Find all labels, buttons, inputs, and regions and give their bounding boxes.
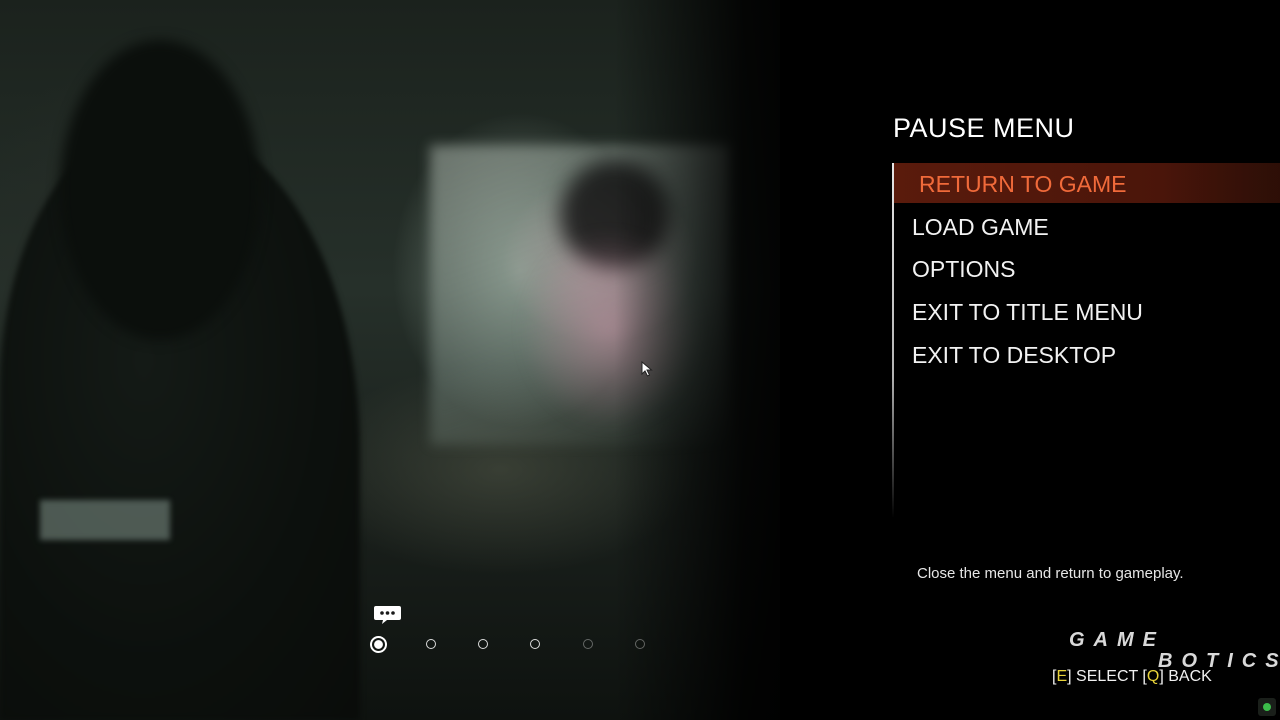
pause-menu-list: RETURN TO GAME LOAD GAME OPTIONS EXIT TO… [894, 163, 1280, 376]
menu-item-options[interactable]: OPTIONS [894, 248, 1280, 291]
menu-item-load-game[interactable]: LOAD GAME [894, 206, 1280, 249]
page-dot-2[interactable] [426, 639, 436, 649]
control-hints: [E] SELECT [Q] BACK [1052, 668, 1212, 686]
pause-menu-title: PAUSE MENU [893, 113, 1075, 143]
menu-item-description: Close the menu and return to gameplay. [917, 565, 1184, 582]
menu-item-exit-to-desktop[interactable]: EXIT TO DESKTOP [894, 334, 1280, 377]
select-key: E [1056, 668, 1068, 685]
status-led-icon [1258, 698, 1276, 716]
page-indicator [370, 636, 660, 653]
mouse-cursor-icon [641, 360, 653, 377]
page-dot-1[interactable] [370, 636, 387, 653]
menu-item-return-to-game[interactable]: RETURN TO GAME [894, 163, 1280, 203]
chat-bubble-icon[interactable] [373, 605, 402, 625]
game-screen: PAUSE MENU RETURN TO GAME LOAD GAME OPTI… [0, 0, 1280, 720]
back-key: Q [1146, 668, 1160, 685]
page-dot-5[interactable] [583, 639, 593, 649]
select-hint-label[interactable]: SELECT [1072, 668, 1143, 685]
watermark-line-1: GAME [1069, 629, 1165, 651]
page-dot-4[interactable] [530, 639, 540, 649]
page-dot-3[interactable] [478, 639, 488, 649]
menu-item-exit-to-title-menu[interactable]: EXIT TO TITLE MENU [894, 291, 1280, 334]
page-dot-6[interactable] [635, 639, 645, 649]
back-hint-label[interactable]: BACK [1164, 668, 1212, 685]
